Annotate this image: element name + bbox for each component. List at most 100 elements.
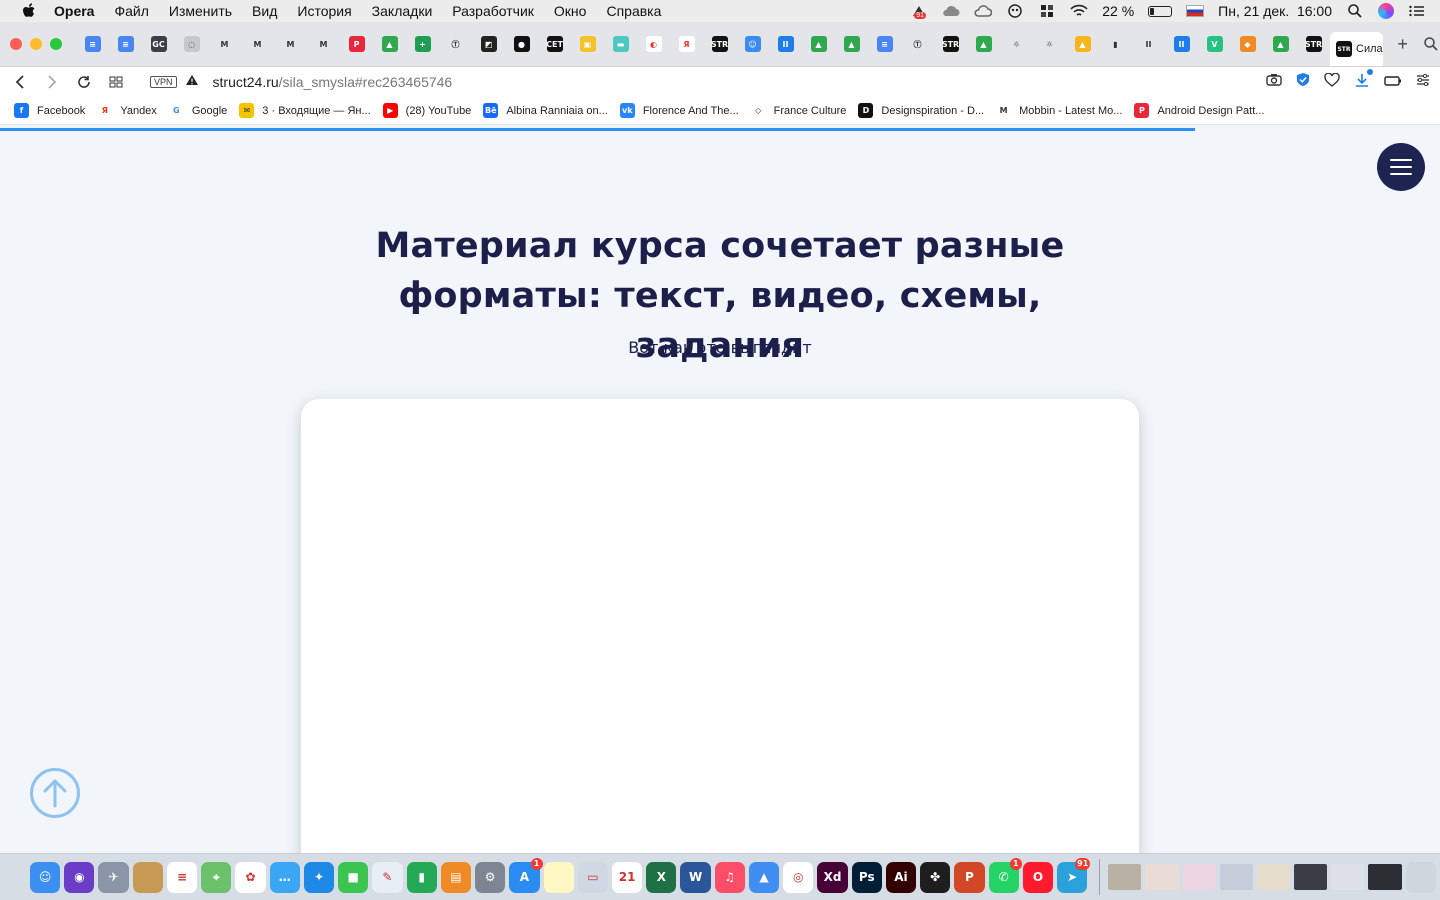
reload-icon[interactable] [68, 70, 100, 94]
scroll-to-top-button[interactable] [30, 768, 80, 818]
snapshot-camera-icon[interactable] [1266, 73, 1282, 91]
url-field[interactable]: struct24.ru/sila_smysla#rec263465746 [213, 74, 453, 90]
bookmark-1[interactable]: Я Yandex [97, 103, 157, 118]
menu-window[interactable]: Окно [554, 3, 587, 19]
image-capture-dock-icon[interactable]: ▭ [577, 861, 608, 893]
bookmark-6[interactable]: vk Florence And The... [619, 103, 739, 118]
tab-google-drive[interactable]: ▲ [835, 28, 868, 60]
tab-yellow-image[interactable]: ▲ [1066, 28, 1099, 60]
reminders-dock-icon[interactable]: ≡ [166, 861, 198, 893]
bookmark-7[interactable]: ◇ France Culture [750, 103, 846, 118]
preview-dock-icon[interactable]: ✎ [372, 861, 403, 893]
wifi-icon[interactable] [1070, 4, 1088, 18]
apple-logo-icon[interactable] [20, 2, 38, 20]
safari-dock-icon[interactable]: ✦ [303, 861, 335, 893]
adblock-shield-icon[interactable] [1296, 72, 1310, 92]
tab-google-drive[interactable]: ▲ [967, 28, 1000, 60]
calendar-dock-icon[interactable]: 21 [611, 861, 643, 893]
tab-orange-shield[interactable]: ◆ [1231, 28, 1264, 60]
tab-struct[interactable]: STR [1297, 28, 1330, 60]
cloud-icon[interactable] [942, 4, 960, 18]
powerpoint-dock-icon[interactable]: P [954, 861, 985, 893]
figma-dock-icon[interactable]: ✤ [920, 861, 951, 893]
bookmark-8[interactable]: D Designspiration - D... [858, 103, 984, 118]
tab-mobbin[interactable]: M [274, 28, 307, 60]
menu-app-name[interactable]: Opera [54, 3, 94, 19]
numbers-dock-icon[interactable]: ▮ [406, 861, 437, 893]
photoshop-dock-icon[interactable]: Ps [851, 861, 882, 893]
active-tab[interactable]: STR Сила [1330, 32, 1384, 66]
illustrator-dock-icon[interactable]: Ai [885, 861, 917, 893]
vpn-badge[interactable]: VPN [150, 76, 177, 88]
telegram-dock-icon[interactable]: ➤ 91 [1057, 857, 1091, 893]
tab-google-drive[interactable]: ▲ [373, 28, 406, 60]
tab-patterns[interactable]: P [340, 28, 373, 60]
tab-t-circle[interactable]: Ⓣ [901, 28, 934, 60]
tab-search-icon[interactable] [1422, 34, 1440, 54]
doc-thumb-3-dock-icon[interactable] [1182, 864, 1216, 890]
doc-thumb-1-dock-icon[interactable] [1108, 864, 1142, 890]
close-window-button[interactable] [10, 38, 22, 50]
doc-thumb-5-dock-icon[interactable] [1256, 864, 1291, 890]
system-preferences-dock-icon[interactable]: ⚙ [475, 861, 506, 893]
tab-mobbin[interactable]: M [307, 28, 340, 60]
bookmark-2[interactable]: G Google [168, 103, 227, 118]
tab-google-docs[interactable]: ≡ [109, 28, 142, 60]
tab-t-circle[interactable]: Ⓣ [439, 28, 472, 60]
tab-blue-pause[interactable]: II [1165, 28, 1198, 60]
facetime-dock-icon[interactable]: ■ [338, 861, 369, 893]
tab-pause[interactable]: II [1132, 28, 1165, 60]
menu-history[interactable]: История [297, 3, 351, 19]
dropbox-icon[interactable] [1038, 4, 1056, 18]
tab-yellow-bag[interactable]: ▣ [571, 28, 604, 60]
doc-thumb-6-dock-icon[interactable] [1294, 864, 1328, 890]
doc-thumb-7-dock-icon[interactable] [1331, 864, 1365, 890]
bookmark-3[interactable]: ✉ 3 · Входящие — Ян... [239, 103, 371, 118]
notes-dock-icon[interactable] [543, 861, 574, 893]
download-icon[interactable] [1354, 68, 1373, 93]
new-tab-plus-icon[interactable]: + [1393, 34, 1411, 54]
whatsapp-dock-icon[interactable]: ✆ 1 [988, 857, 1022, 893]
siri-dock-icon[interactable]: ◉ [64, 861, 95, 893]
speed-dial-grid-icon[interactable] [100, 70, 132, 94]
bookmark-9[interactable]: M Mobbin - Latest Mo... [996, 103, 1122, 118]
input-source-russian-flag-icon[interactable] [1186, 5, 1205, 17]
menu-developer[interactable]: Разработчик [452, 3, 534, 19]
tab-google-drive[interactable]: ▲ [1264, 28, 1297, 60]
tab-google-docs[interactable]: ≡ [76, 28, 109, 60]
creative-cloud-icon[interactable] [974, 4, 993, 18]
tab-pink-square[interactable]: ◩ [472, 28, 505, 60]
siri-icon[interactable] [1378, 3, 1394, 19]
doc-thumb-8-dock-icon[interactable] [1368, 864, 1402, 890]
messages-bubble-dock-icon[interactable]: … [269, 861, 300, 893]
adobe-xd-dock-icon[interactable]: Xd [817, 861, 848, 893]
tab-google-docs[interactable]: ≡ [868, 28, 901, 60]
tab-green-v[interactable]: V [1198, 28, 1231, 60]
photos-dock-icon[interactable]: ✿ [235, 861, 266, 893]
spotlight-search-icon[interactable] [1346, 4, 1364, 18]
battery-icon[interactable] [1148, 5, 1173, 17]
tab-loading[interactable]: ◌ [175, 28, 208, 60]
tab-lightbulb[interactable]: ☼ [1000, 28, 1033, 60]
word-dock-icon[interactable]: W [680, 861, 711, 893]
tab-gc[interactable]: GC [142, 28, 175, 60]
tab-mobbin[interactable]: M [241, 28, 274, 60]
battery-saver-icon[interactable] [1384, 73, 1402, 91]
heart-bookmark-icon[interactable] [1324, 72, 1340, 92]
notefile-dock-icon[interactable] [132, 861, 163, 893]
notification-status-icon[interactable]: 91 [910, 4, 928, 19]
books-dock-icon[interactable]: ▤ [440, 861, 472, 893]
tab-mobbin[interactable]: M [208, 28, 241, 60]
doc-thumb-2-dock-icon[interactable] [1145, 864, 1179, 890]
menu-help[interactable]: Справка [606, 3, 661, 19]
tab-file[interactable]: ▮ [1099, 28, 1132, 60]
notification-center-icon[interactable] [1408, 4, 1426, 18]
tab-yandex[interactable]: Я [670, 28, 703, 60]
hamburger-menu-button[interactable] [1377, 143, 1425, 191]
excel-dock-icon[interactable]: X [646, 861, 677, 893]
menu-bookmarks[interactable]: Закладки [372, 3, 433, 19]
tab-cet[interactable]: CET [538, 28, 571, 60]
chrome-dock-icon[interactable]: ◎ [783, 861, 814, 893]
alien-icon[interactable] [1006, 4, 1024, 18]
trash-dock-icon[interactable] [1405, 861, 1436, 893]
